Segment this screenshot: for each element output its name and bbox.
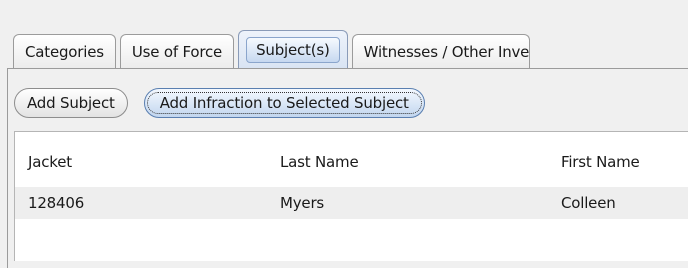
column-header-jacket[interactable]: Jacket [28,153,72,171]
tab-use-of-force[interactable]: Use of Force [119,34,235,68]
tab-witnesses-other[interactable]: Witnesses / Other Inve [351,34,531,68]
table-header-row: Jacket Last Name First Name [15,146,688,178]
tab-bar: Categories Use of Force Subject(s) Witne… [13,30,534,68]
tab-subjects[interactable]: Subject(s) [238,30,348,68]
cell-first-name: Colleen [561,194,616,212]
subjects-table: Jacket Last Name First Name 128406 Myers… [14,131,688,261]
tab-label: Use of Force [131,42,223,61]
cell-jacket: 128406 [28,194,85,212]
button-label: Add Subject [27,94,115,112]
tab-label: Categories [25,42,104,61]
tab-label: Witnesses / Other Inve [363,42,530,61]
button-label: Add Infraction to Selected Subject [159,94,409,112]
subject-toolbar: Add Subject Add Infraction to Selected S… [14,88,425,118]
add-subject-button[interactable]: Add Subject [14,88,128,118]
focus-ring: Add Infraction to Selected Subject [146,92,422,114]
cell-last-name: Myers [280,194,325,212]
column-header-last-name[interactable]: Last Name [280,153,359,171]
tab-categories[interactable]: Categories [13,34,116,68]
add-infraction-button[interactable]: Add Infraction to Selected Subject [143,88,425,118]
tab-label: Subject(s) [246,36,340,63]
subject-editor-window: Categories Use of Force Subject(s) Witne… [0,0,688,268]
column-header-first-name[interactable]: First Name [561,153,640,171]
table-row[interactable]: 128406 Myers Colleen [15,187,688,219]
